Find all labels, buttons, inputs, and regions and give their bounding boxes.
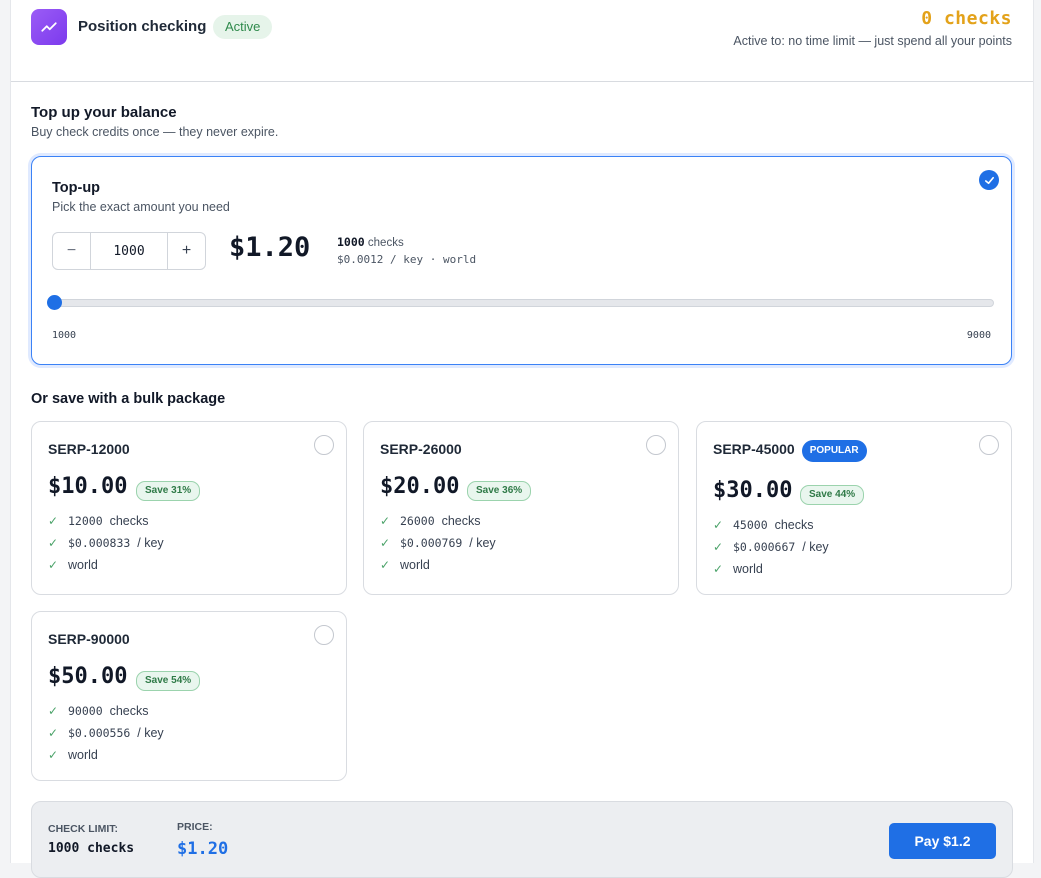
package-checks: ✓ 12000 checks xyxy=(48,514,148,528)
check-icon: ✓ xyxy=(713,540,724,554)
checks-unit: checks xyxy=(109,704,149,718)
save-badge: Save 36% xyxy=(467,481,532,501)
increment-button[interactable]: + xyxy=(167,233,205,269)
check-limit-label: CHECK LIMIT: xyxy=(48,823,118,835)
check-icon: ✓ xyxy=(48,726,59,740)
package-region: ✓ world xyxy=(380,558,430,572)
package-region: ✓ world xyxy=(48,748,98,762)
quantity-input[interactable] xyxy=(91,233,167,269)
package-name: SERP-12000 xyxy=(48,441,130,457)
checks-unit: checks xyxy=(109,514,149,528)
checks-value: 90000 xyxy=(68,704,103,718)
package-price: $10.00 xyxy=(48,474,128,499)
package-name-row: SERP-45000 POPULAR xyxy=(713,440,867,462)
topup-subtitle: Pick the exact amount you need xyxy=(52,200,230,214)
package-radio[interactable] xyxy=(979,435,999,455)
region-value: world xyxy=(400,558,430,572)
slider-max-label: 9000 xyxy=(966,330,991,341)
package-region: ✓ world xyxy=(48,558,98,572)
slider-min-label: 1000 xyxy=(52,330,77,341)
region-value: world xyxy=(68,748,98,762)
package-radio[interactable] xyxy=(314,625,334,645)
package-radio[interactable] xyxy=(646,435,666,455)
topup-checks-value: 1000 xyxy=(337,235,365,249)
rate-value: $0.000833 xyxy=(68,536,131,550)
checks-value: 26000 xyxy=(400,514,435,528)
checks-value: 12000 xyxy=(68,514,103,528)
topup-price: $1.20 xyxy=(229,232,311,263)
price-label: PRICE: xyxy=(177,821,213,833)
active-to-text: Active to: no time limit — just spend al… xyxy=(733,34,1012,48)
package-checks: ✓ 90000 checks xyxy=(48,704,148,718)
quantity-stepper: − + xyxy=(52,232,206,270)
region-value: world xyxy=(733,562,763,576)
check-icon: ✓ xyxy=(713,518,724,532)
topup-title: Top-up xyxy=(52,180,101,196)
rate-value: $0.000667 xyxy=(733,540,796,554)
rate-value: $0.000769 xyxy=(400,536,463,550)
slider-handle[interactable] xyxy=(47,295,62,310)
check-icon: ✓ xyxy=(380,514,391,528)
save-badge: Save 44% xyxy=(800,485,865,505)
rate-unit: / key xyxy=(137,726,164,740)
package-rate: ✓ $0.000833 / key xyxy=(48,536,164,550)
save-badge: Save 54% xyxy=(136,671,201,691)
check-icon: ✓ xyxy=(48,704,59,718)
check-icon: ✓ xyxy=(713,562,724,576)
package-rate: ✓ $0.000769 / key xyxy=(380,536,496,550)
package-radio[interactable] xyxy=(314,435,334,455)
check-icon: ✓ xyxy=(380,558,391,572)
package-region: ✓ world xyxy=(713,562,763,576)
rate-unit: / key xyxy=(137,536,164,550)
service-title: Position checking xyxy=(78,18,207,35)
package-checks: ✓ 45000 checks xyxy=(713,518,813,532)
checks-value: 45000 xyxy=(733,518,768,532)
package-name: SERP-26000 xyxy=(380,441,462,457)
rate-unit: / key xyxy=(469,536,496,550)
amount-slider[interactable] xyxy=(47,295,994,310)
checks-balance: 0 checks xyxy=(921,8,1012,29)
checkout-summary: CHECK LIMIT: 1000 checks PRICE: $1.20 Pa… xyxy=(31,801,1013,878)
checks-unit: checks xyxy=(441,514,481,528)
check-icon: ✓ xyxy=(48,514,59,528)
price-value: $1.20 xyxy=(177,839,229,859)
package-name: SERP-45000 xyxy=(713,441,795,457)
popular-badge: POPULAR xyxy=(801,440,867,462)
package-rate: ✓ $0.000556 / key xyxy=(48,726,164,740)
topup-checks: 1000 checks xyxy=(337,235,404,249)
package-card[interactable]: SERP-12000 $10.00 Save 31% ✓ 12000 checks… xyxy=(31,421,347,595)
package-price: $20.00 xyxy=(380,474,460,499)
topup-rate: $0.0012 / key · world xyxy=(337,253,477,266)
check-icon: ✓ xyxy=(48,536,59,550)
package-price: $50.00 xyxy=(48,664,128,689)
package-rate: ✓ $0.000667 / key xyxy=(713,540,829,554)
package-card[interactable]: SERP-26000 $20.00 Save 36% ✓ 26000 checks… xyxy=(363,421,679,595)
package-card[interactable]: SERP-45000 POPULAR $30.00 Save 44% ✓ 45000… xyxy=(696,421,1012,595)
pay-button[interactable]: Pay $1.2 xyxy=(889,823,996,859)
checks-unit: checks xyxy=(774,518,814,532)
service-header: Position checking Active 0 checks Active… xyxy=(11,0,1033,82)
package-checks: ✓ 26000 checks xyxy=(380,514,480,528)
package-card[interactable]: SERP-90000 $50.00 Save 54% ✓ 90000 checks… xyxy=(31,611,347,781)
check-limit-value: 1000 checks xyxy=(48,841,135,856)
check-icon: ✓ xyxy=(48,558,59,572)
topup-section-subtitle: Buy check credits once — they never expi… xyxy=(31,125,279,139)
trending-up-icon xyxy=(31,9,67,45)
topup-card[interactable]: Top-up Pick the exact amount you need − … xyxy=(31,156,1012,365)
rate-unit: / key xyxy=(802,540,829,554)
decrement-button[interactable]: − xyxy=(53,233,91,269)
check-icon: ✓ xyxy=(48,748,59,762)
check-icon: ✓ xyxy=(380,536,391,550)
region-value: world xyxy=(68,558,98,572)
rate-value: $0.000556 xyxy=(68,726,131,740)
topup-section-title: Top up your balance xyxy=(31,104,177,121)
package-price: $30.00 xyxy=(713,478,793,503)
package-name: SERP-90000 xyxy=(48,631,130,647)
main-panel: Position checking Active 0 checks Active… xyxy=(10,0,1034,878)
save-badge: Save 31% xyxy=(136,481,201,501)
selected-check-icon[interactable] xyxy=(979,170,999,190)
status-badge: Active xyxy=(213,15,273,39)
bulk-section-title: Or save with a bulk package xyxy=(31,391,226,407)
topup-checks-unit: checks xyxy=(367,237,404,249)
